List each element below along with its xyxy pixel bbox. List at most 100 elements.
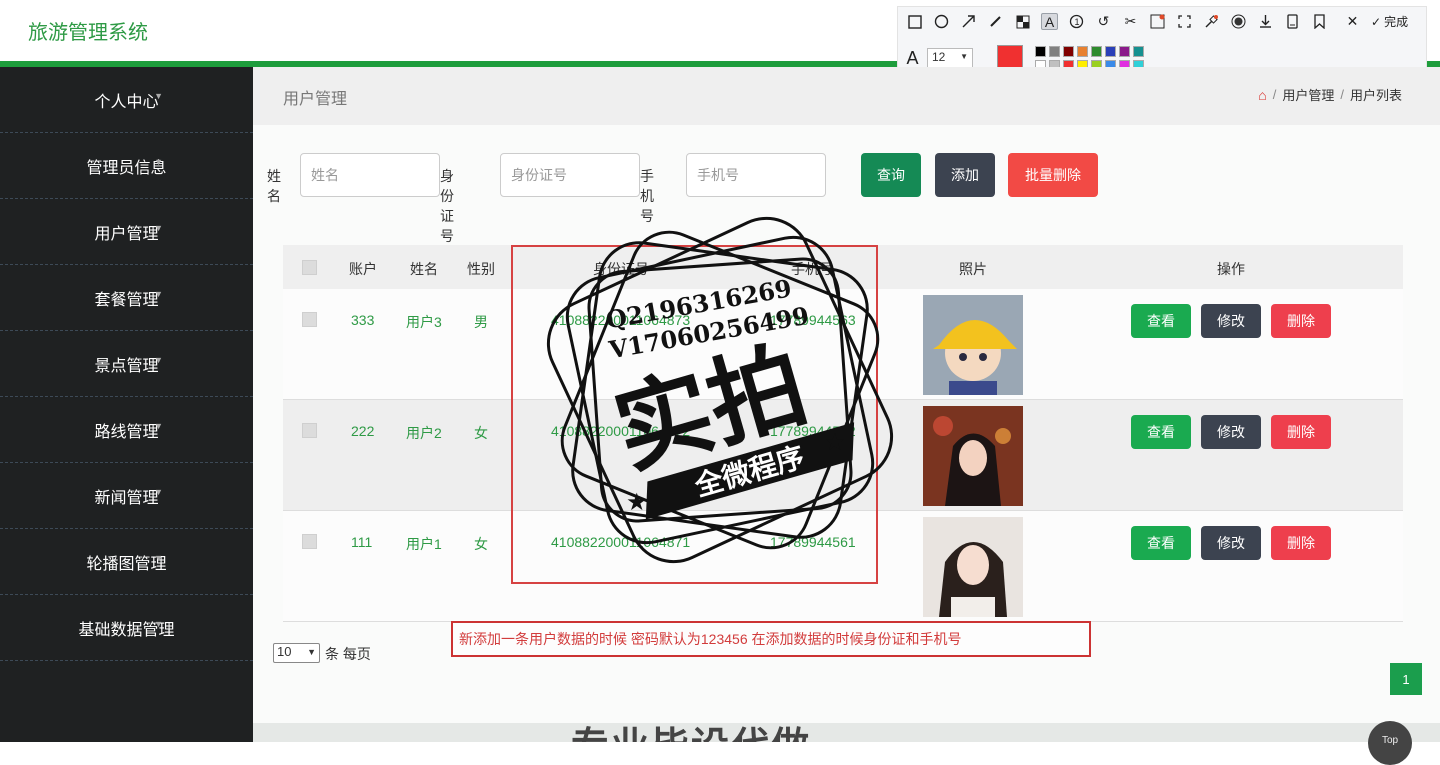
delete-button[interactable]: 删除 bbox=[1271, 304, 1331, 338]
id-card-label: 身份证号 bbox=[440, 168, 454, 244]
sidebar-item-admin[interactable]: 管理员信息 ▼ bbox=[0, 133, 253, 199]
home-icon[interactable]: ⌂ bbox=[1258, 87, 1266, 103]
cell-gender: 女 bbox=[474, 425, 488, 441]
font-size-select[interactable]: 12 bbox=[927, 48, 973, 68]
sidebar: 个人中心 ▼ 管理员信息 ▼ 用户管理 ▼ 套餐管理 ▼ 景点管理 ▼ 路线管理 ▼ 新闻管… bbox=[0, 67, 253, 742]
rectangle-icon[interactable] bbox=[906, 13, 923, 30]
sidebar-item-profile[interactable]: 个人中心 ▼ bbox=[0, 67, 253, 133]
edit-button[interactable]: 修改 bbox=[1201, 526, 1261, 560]
ocr-icon[interactable] bbox=[1149, 13, 1166, 30]
cell-gender: 男 bbox=[474, 314, 488, 330]
text-icon[interactable]: A bbox=[1041, 13, 1058, 30]
name-input[interactable]: 姓名 bbox=[300, 153, 440, 197]
bookmark-icon[interactable] bbox=[1311, 13, 1328, 30]
edit-button[interactable]: 修改 bbox=[1201, 415, 1261, 449]
cell-account: 111 bbox=[351, 534, 373, 550]
row-checkbox[interactable] bbox=[302, 423, 317, 438]
page-header: 用户管理 ⌂ / 用户管理 / 用户列表 bbox=[253, 67, 1440, 125]
per-page-label: 条 每页 bbox=[325, 646, 371, 662]
footer-text: 专业毕设代做 bbox=[571, 723, 811, 742]
delete-button[interactable]: 删除 bbox=[1271, 415, 1331, 449]
breadcrumb-item[interactable]: 用户管理 bbox=[1282, 85, 1334, 104]
page-size-select[interactable]: 10 bbox=[273, 643, 320, 663]
mosaic-icon[interactable] bbox=[1014, 13, 1031, 30]
caret-down-icon: ▼ bbox=[154, 91, 163, 101]
cell-name: 用户2 bbox=[406, 425, 442, 441]
caret-down-icon: ▼ bbox=[154, 553, 163, 563]
pen-icon[interactable] bbox=[987, 13, 1004, 30]
sidebar-item-attractions[interactable]: 景点管理 ▼ bbox=[0, 331, 253, 397]
arrow-icon[interactable] bbox=[960, 13, 977, 30]
col-photo: 照片 bbox=[959, 261, 987, 277]
view-button[interactable]: 查看 bbox=[1131, 415, 1191, 449]
cell-account: 333 bbox=[351, 312, 375, 328]
user-photo bbox=[923, 517, 1023, 617]
annotation-toolbar: A 1 ↺ ✂ ✕ ✓ 完成 A 12 bbox=[897, 6, 1427, 72]
color-swatch[interactable] bbox=[1035, 45, 1046, 57]
cell-name: 用户1 bbox=[406, 536, 442, 552]
sidebar-item-news[interactable]: 新闻管理 ▼ bbox=[0, 463, 253, 529]
id-card-input[interactable]: 身份证号 bbox=[500, 153, 640, 197]
svg-text:1: 1 bbox=[1075, 17, 1080, 27]
color-swatch[interactable] bbox=[1133, 45, 1144, 57]
color-swatch[interactable] bbox=[1063, 45, 1074, 57]
annotation-note: 新添加一条用户数据的时候 密码默认为123456 在添加数据的时候身份证和手机号 bbox=[451, 621, 1091, 657]
circle-icon[interactable] bbox=[933, 13, 950, 30]
col-actions: 操作 bbox=[1217, 261, 1245, 277]
caret-down-icon: ▼ bbox=[154, 487, 163, 497]
row-checkbox[interactable] bbox=[302, 312, 317, 327]
undo-icon[interactable]: ↺ bbox=[1095, 13, 1112, 30]
caret-down-icon: ▼ bbox=[154, 289, 163, 299]
sidebar-item-base-data[interactable]: 基础数据管理 ▼ bbox=[0, 595, 253, 661]
user-photo bbox=[923, 406, 1023, 506]
caret-down-icon: ▼ bbox=[154, 355, 163, 365]
view-button[interactable]: 查看 bbox=[1131, 304, 1191, 338]
app-title: 旅游管理系统 bbox=[28, 22, 148, 44]
done-button[interactable]: ✓ 完成 bbox=[1371, 13, 1408, 30]
crop-icon[interactable] bbox=[1176, 13, 1193, 30]
edit-button[interactable]: 修改 bbox=[1201, 304, 1261, 338]
batch-delete-button[interactable]: 批量删除 bbox=[1008, 153, 1098, 197]
color-swatch[interactable] bbox=[1119, 45, 1130, 57]
color-swatch[interactable] bbox=[1105, 45, 1116, 57]
sidebar-item-users[interactable]: 用户管理 ▼ bbox=[0, 199, 253, 265]
sidebar-item-routes[interactable]: 路线管理 ▼ bbox=[0, 397, 253, 463]
select-all-checkbox[interactable] bbox=[302, 260, 317, 275]
add-button[interactable]: 添加 bbox=[935, 153, 995, 197]
color-swatch[interactable] bbox=[1049, 45, 1060, 57]
page-1-button[interactable]: 1 bbox=[1390, 663, 1422, 695]
scissors-icon[interactable]: ✂ bbox=[1122, 13, 1139, 30]
cell-account: 222 bbox=[351, 423, 375, 439]
watermark-stamp: Q2196316269 V17060256499 实拍 全微程序 ★ ★ bbox=[546, 216, 894, 564]
close-icon[interactable]: ✕ bbox=[1344, 13, 1361, 30]
download-icon[interactable] bbox=[1257, 13, 1274, 30]
font-icon: A bbox=[906, 47, 919, 68]
sidebar-item-packages[interactable]: 套餐管理 ▼ bbox=[0, 265, 253, 331]
color-swatch[interactable] bbox=[1091, 45, 1102, 57]
name-label: 姓名 bbox=[267, 168, 281, 204]
query-button[interactable]: 查询 bbox=[861, 153, 921, 197]
row-checkbox[interactable] bbox=[302, 534, 317, 549]
color-swatch[interactable] bbox=[1077, 45, 1088, 57]
caret-down-icon: ▼ bbox=[154, 157, 163, 167]
breadcrumb-item: 用户列表 bbox=[1349, 88, 1402, 103]
delete-button[interactable]: 删除 bbox=[1271, 526, 1331, 560]
pin-icon[interactable] bbox=[1203, 13, 1220, 30]
col-name: 姓名 bbox=[410, 261, 438, 277]
record-icon[interactable] bbox=[1230, 13, 1247, 30]
sidebar-item-carousel[interactable]: 轮播图管理 ▼ bbox=[0, 529, 253, 595]
back-to-top-button[interactable]: Top bbox=[1368, 721, 1412, 765]
star-icon: ★ bbox=[824, 429, 846, 456]
view-button[interactable]: 查看 bbox=[1131, 526, 1191, 560]
col-gender: 性别 bbox=[467, 261, 495, 277]
save-icon[interactable] bbox=[1284, 13, 1301, 30]
star-icon: ★ bbox=[626, 489, 648, 516]
check-icon: ✓ bbox=[1371, 14, 1382, 29]
caret-down-icon: ▼ bbox=[154, 619, 163, 629]
breadcrumb: ⌂ / 用户管理 / 用户列表 bbox=[1258, 85, 1402, 104]
phone-input[interactable]: 手机号 bbox=[686, 153, 826, 197]
user-photo bbox=[923, 295, 1023, 395]
caret-down-icon: ▼ bbox=[154, 223, 163, 233]
page-title: 用户管理 bbox=[283, 91, 348, 108]
number-icon[interactable]: 1 bbox=[1068, 13, 1085, 30]
